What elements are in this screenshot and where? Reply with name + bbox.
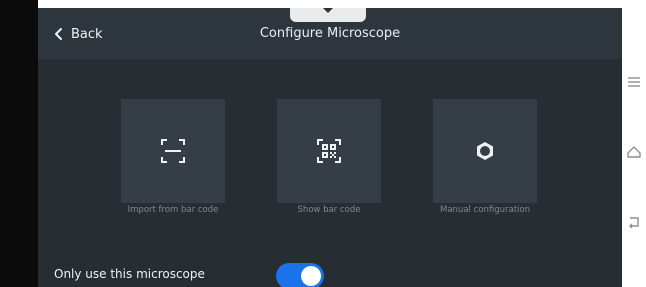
option-tiles: Import from bar code Show bar code Manua…	[38, 8, 622, 287]
tile-label-import: Import from bar code	[127, 205, 219, 215]
show-barcode-tile[interactable]	[277, 99, 381, 203]
menu-icon[interactable]	[626, 74, 642, 90]
app-screen: Back Configure Microscope Import from ba…	[38, 8, 622, 287]
gear-icon	[477, 142, 493, 160]
left-bezel	[0, 0, 38, 287]
only-use-microscope-label: Only use this microscope	[54, 267, 205, 281]
scan-frame-icon	[161, 139, 185, 163]
tile-label-show: Show bar code	[297, 205, 361, 215]
only-use-microscope-toggle[interactable]	[276, 263, 324, 287]
return-icon[interactable]	[626, 214, 642, 230]
import-barcode-tile[interactable]	[121, 99, 225, 203]
manual-config-tile[interactable]	[433, 99, 537, 203]
toggle-knob	[301, 266, 321, 286]
qr-code-icon	[317, 139, 341, 163]
tile-label-manual: Manual configuration	[440, 205, 530, 215]
home-icon[interactable]	[626, 144, 642, 160]
